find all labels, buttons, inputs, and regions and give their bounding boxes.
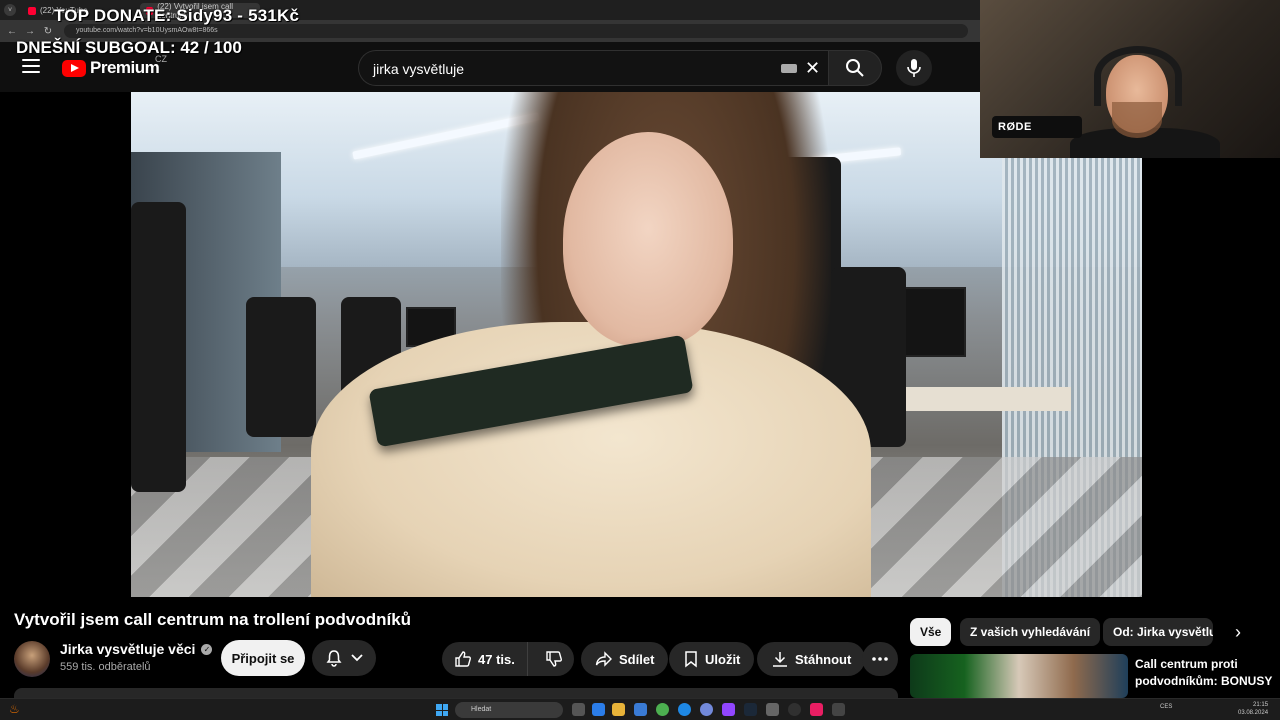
clock-date: 03.08.2024 — [1238, 710, 1269, 716]
share-icon — [595, 651, 612, 667]
more-horizontal-icon — [872, 657, 888, 661]
tab-menu-button[interactable]: ˅ — [4, 4, 16, 16]
thumbs-down-icon — [546, 651, 562, 667]
microphone-icon — [907, 59, 921, 77]
channel-name-text: Jirka vysvětluje věci — [60, 641, 196, 657]
clock-time: 21:15 — [1253, 702, 1269, 708]
search-input[interactable]: jirka vysvětluje ✕ — [358, 50, 828, 86]
like-count: 47 tis. — [478, 651, 515, 667]
obs-icon[interactable] — [788, 703, 801, 716]
mail-icon[interactable] — [634, 703, 647, 716]
youtube-play-logo-icon — [62, 59, 86, 77]
youtube-favicon-icon — [28, 6, 36, 15]
youtube-logo[interactable]: Premium — [62, 58, 160, 78]
reload-icon[interactable]: ↻ — [42, 25, 54, 37]
app-icon[interactable] — [766, 703, 779, 716]
channel-name[interactable]: Jirka vysvětluje věci ✓ — [60, 641, 213, 657]
thumbs-up-icon — [455, 651, 471, 667]
bell-icon — [326, 650, 342, 667]
save-label: Uložit — [705, 651, 741, 667]
video-frame-desk — [891, 387, 1071, 411]
discord-icon[interactable] — [700, 703, 713, 716]
recommended-video-title[interactable]: Call centrum proti podvodníkům: BONUSY — [1135, 656, 1275, 690]
taskbar-search-input[interactable]: Hledat — [455, 702, 563, 718]
forward-arrow-icon[interactable]: → — [24, 25, 36, 37]
logo-text: Premium — [90, 58, 160, 77]
steam-icon[interactable] — [744, 703, 757, 716]
video-player[interactable] — [131, 92, 1142, 597]
app-icon[interactable] — [810, 703, 823, 716]
taskbar-clock[interactable]: 21:15 03.08.2024 — [1238, 701, 1268, 717]
windows-taskbar: ♨ Hledat CES 21:15 03.08.2024 — [0, 698, 1280, 720]
share-button[interactable]: Sdílet — [581, 642, 669, 676]
chip-from-searches[interactable]: Z vašich vyhledávání — [960, 618, 1101, 646]
windows-start-icon[interactable] — [436, 704, 448, 716]
java-icon[interactable]: ♨ — [9, 702, 20, 716]
webcam-beard — [1112, 102, 1162, 138]
edge-icon[interactable] — [678, 703, 691, 716]
bookmark-icon — [685, 651, 697, 668]
subscriber-count: 559 tis. odběratelů — [60, 661, 151, 673]
search-query: jirka vysvětluje — [373, 61, 465, 77]
chip-all[interactable]: Vše — [910, 618, 952, 646]
search-button[interactable] — [828, 50, 882, 86]
top-donate-overlay: TOP DONATE: Sidy93 - 531Kč — [54, 6, 300, 25]
like-button[interactable]: 47 tis. — [442, 642, 528, 676]
close-icon[interactable]: ✕ — [805, 59, 820, 77]
streamer-webcam: RØDE — [980, 0, 1280, 158]
chevron-right-icon[interactable]: › — [1228, 620, 1248, 644]
file-explorer-icon[interactable] — [612, 703, 625, 716]
task-view-icon[interactable] — [572, 703, 585, 716]
twitch-icon[interactable] — [722, 703, 735, 716]
microphone-brand-label: RØDE — [992, 116, 1082, 138]
channel-avatar[interactable] — [14, 641, 50, 677]
dislike-button[interactable] — [534, 642, 574, 676]
notification-bell-button[interactable] — [312, 640, 376, 676]
system-tray-language[interactable]: CES — [1160, 704, 1172, 710]
headphones-icon — [1094, 46, 1182, 106]
video-frame-chair — [246, 297, 316, 437]
app-icon[interactable] — [832, 703, 845, 716]
voice-search-button[interactable] — [896, 50, 932, 86]
subgoal-overlay: DNEŠNÍ SUBGOAL: 42 / 100 — [16, 38, 242, 57]
like-dislike-group: 47 tis. — [442, 642, 574, 676]
recommended-video-thumbnail[interactable] — [910, 654, 1128, 698]
description-box[interactable] — [14, 688, 898, 698]
download-label: Stáhnout — [795, 651, 852, 667]
chrome-icon[interactable] — [656, 703, 669, 716]
join-button[interactable]: Připojit se — [221, 640, 305, 676]
video-frame-person-face — [563, 132, 733, 347]
download-button[interactable]: Stáhnout — [757, 642, 866, 676]
chevron-down-icon — [351, 654, 363, 662]
search-icon — [846, 59, 864, 77]
video-frame-chair — [131, 202, 186, 492]
back-arrow-icon[interactable]: ← — [6, 25, 18, 37]
address-bar[interactable]: youtube.com/watch?v=b10UysmAOw8t=866s — [64, 24, 968, 38]
widgets-icon[interactable] — [592, 703, 605, 716]
share-label: Sdílet — [619, 651, 655, 667]
keyboard-icon[interactable] — [781, 64, 797, 73]
chip-from-channel[interactable]: Od: Jirka vysvětluje — [1103, 618, 1213, 646]
video-title: Vytvořil jsem call centrum na trollení p… — [14, 610, 412, 629]
download-icon — [773, 652, 787, 667]
verified-icon: ✓ — [201, 643, 213, 655]
menu-icon[interactable] — [22, 59, 40, 73]
more-actions-button[interactable] — [862, 642, 898, 676]
save-button[interactable]: Uložit — [669, 642, 755, 676]
